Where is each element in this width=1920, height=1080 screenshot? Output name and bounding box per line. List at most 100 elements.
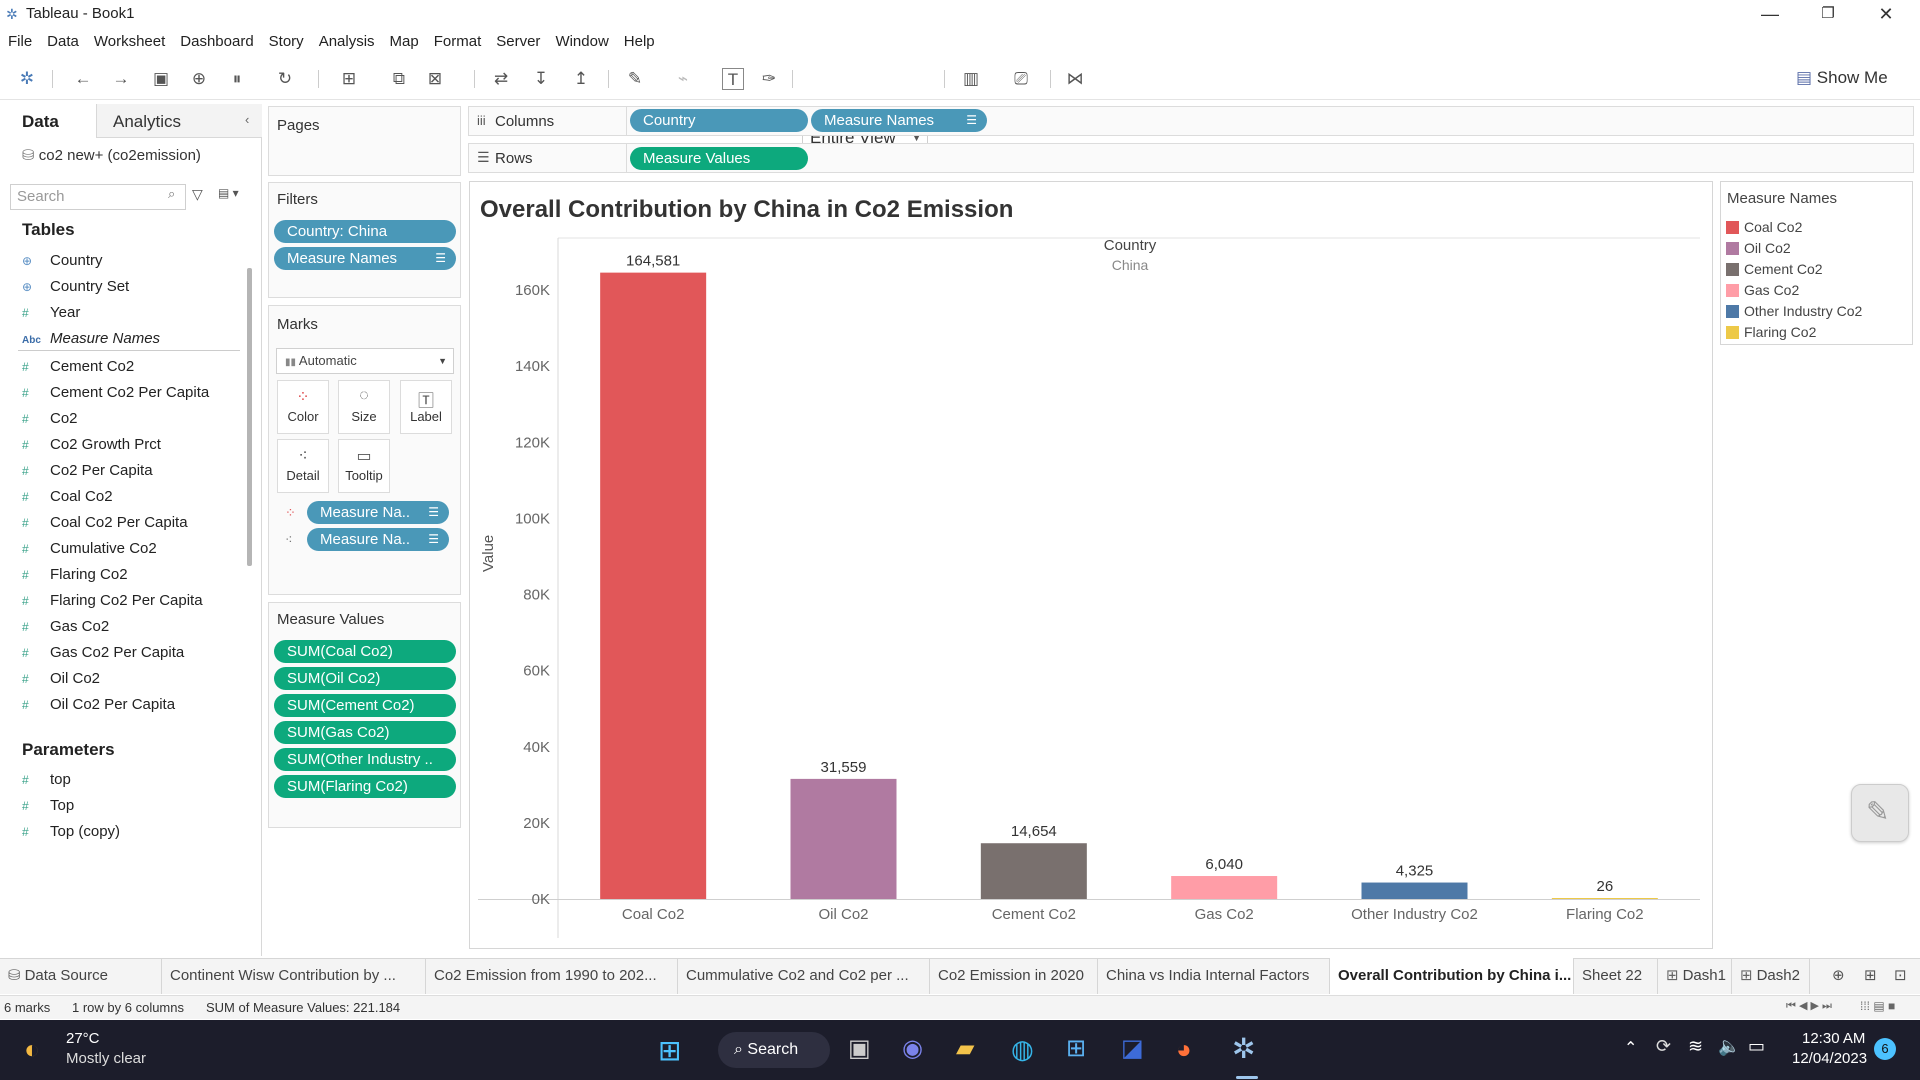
show-me-button[interactable]: ▤ Show Me: [1796, 68, 1888, 88]
bar[interactable]: [1551, 898, 1658, 899]
file-explorer-icon[interactable]: ▰: [956, 1034, 974, 1063]
field-item[interactable]: # Coal Co2 Per Capita: [22, 512, 188, 534]
sync-icon[interactable]: ⟳: [1656, 1036, 1671, 1057]
parameter-item[interactable]: # Top: [22, 795, 74, 817]
field-item[interactable]: ⊕ Country Set: [22, 276, 129, 298]
menu-server[interactable]: Server: [496, 30, 540, 54]
sheet-tab[interactable]: Overall Contribution by China i...: [1330, 958, 1574, 994]
weather-temp[interactable]: 27°C: [66, 1030, 100, 1047]
field-item[interactable]: Abc Measure Names: [22, 328, 160, 350]
datasource-item[interactable]: ⛁ co2 new+ (co2emission): [22, 146, 201, 164]
legend-item[interactable]: Coal Co2: [1726, 217, 1802, 237]
sheet-navigation-icon[interactable]: ⏮ ◀ ▶ ⏭: [1786, 999, 1832, 1013]
sheet-tab[interactable]: ⊞ Dash2: [1732, 958, 1810, 994]
columns-pill-country[interactable]: Country: [630, 109, 808, 132]
sheet-tab[interactable]: China vs India Internal Factors: [1098, 958, 1330, 994]
field-item[interactable]: # Gas Co2: [22, 616, 109, 638]
refresh-icon[interactable]: ↻: [274, 68, 296, 90]
measure-value-pill[interactable]: SUM(Cement Co2): [274, 694, 456, 717]
volume-icon[interactable]: 🔈: [1718, 1036, 1740, 1057]
notification-badge[interactable]: 6: [1874, 1038, 1896, 1060]
pages-card[interactable]: Pages: [268, 106, 461, 176]
menu-analysis[interactable]: Analysis: [319, 30, 375, 54]
tableau-taskbar-icon[interactable]: ✲: [1232, 1032, 1255, 1065]
show-mark-labels-icon[interactable]: T: [722, 68, 744, 90]
task-view-icon[interactable]: ▣: [848, 1034, 871, 1063]
filter-pill-measure-names[interactable]: Measure Names ☰: [274, 247, 456, 270]
field-item[interactable]: # Co2: [22, 408, 78, 430]
close-icon[interactable]: ✕: [1858, 0, 1914, 28]
label-button[interactable]: 🅃 Label: [400, 380, 452, 434]
sheet-tab[interactable]: ⛁ Data Source: [0, 958, 162, 994]
menu-help[interactable]: Help: [624, 30, 655, 54]
field-item[interactable]: # Coal Co2: [22, 486, 113, 508]
wifi-icon[interactable]: ≋: [1688, 1036, 1703, 1057]
field-item[interactable]: # Flaring Co2 Per Capita: [22, 590, 203, 612]
filter-icon[interactable]: ▽: [192, 186, 203, 203]
app-icon[interactable]: ◪: [1121, 1034, 1144, 1063]
undo-icon[interactable]: ←: [72, 68, 94, 90]
measure-value-pill[interactable]: SUM(Oil Co2): [274, 667, 456, 690]
new-worksheet-icon[interactable]: ⊞: [338, 68, 360, 90]
field-item[interactable]: # Gas Co2 Per Capita: [22, 642, 184, 664]
group-members-icon[interactable]: ⌁: [672, 68, 694, 90]
marks-pill-detail[interactable]: Measure Na.. ☰: [307, 528, 449, 551]
weather-text[interactable]: Mostly clear: [66, 1050, 146, 1067]
measure-value-pill[interactable]: SUM(Gas Co2): [274, 721, 456, 744]
bar[interactable]: [600, 272, 707, 899]
view-options-icon[interactable]: ▤ ▾: [218, 186, 239, 200]
tooltip-button[interactable]: ▭ Tooltip: [338, 439, 390, 493]
save-icon[interactable]: ▣: [150, 68, 172, 90]
redo-icon[interactable]: →: [110, 68, 132, 90]
field-item[interactable]: # Cumulative Co2: [22, 538, 157, 560]
sheet-tab[interactable]: Co2 Emission from 1990 to 202...: [426, 958, 678, 994]
menu-window[interactable]: Window: [555, 30, 608, 54]
rows-pill-measure-values[interactable]: Measure Values: [630, 147, 808, 170]
sheet-tab[interactable]: Co2 Emission in 2020: [930, 958, 1098, 994]
menu-worksheet[interactable]: Worksheet: [94, 30, 165, 54]
field-list-scrollbar[interactable]: [247, 268, 252, 566]
bar[interactable]: [1361, 882, 1468, 899]
search-input[interactable]: Search: [10, 184, 186, 210]
measure-value-pill[interactable]: SUM(Flaring Co2): [274, 775, 456, 798]
sort-descending-icon[interactable]: ↥: [570, 68, 592, 90]
sort-ascending-icon[interactable]: ↧: [530, 68, 552, 90]
firefox-icon[interactable]: ◕: [1176, 1034, 1192, 1065]
show-cards-icon[interactable]: ▥: [960, 68, 982, 90]
menu-data[interactable]: Data: [47, 30, 79, 54]
microsoft-store-icon[interactable]: ⊞: [1066, 1034, 1086, 1063]
presentation-mode-icon[interactable]: ⎚: [1010, 68, 1032, 90]
search-icon[interactable]: ⌕: [168, 186, 175, 202]
battery-icon[interactable]: ▭: [1748, 1036, 1765, 1057]
field-item[interactable]: # Year: [22, 302, 80, 324]
floating-assistant-button[interactable]: ✎: [1851, 784, 1909, 842]
share-icon[interactable]: ⋈: [1064, 68, 1086, 90]
new-worksheet-tab-icon[interactable]: ⊕: [1832, 966, 1845, 984]
mark-type-dropdown[interactable]: ▮▮ Automatic ▼: [276, 348, 454, 374]
tab-data[interactable]: Data: [22, 112, 59, 132]
legend-item[interactable]: Gas Co2: [1726, 280, 1799, 300]
restore-icon[interactable]: ❐: [1800, 0, 1856, 28]
collapse-pane-icon[interactable]: ‹: [245, 112, 249, 127]
bar[interactable]: [790, 778, 897, 899]
new-story-tab-icon[interactable]: ⊡: [1894, 966, 1907, 984]
sheet-tab[interactable]: Sheet 22: [1574, 958, 1658, 994]
swap-rows-columns-icon[interactable]: ⇄: [490, 68, 512, 90]
tableau-home-icon[interactable]: ✲: [16, 68, 38, 90]
columns-pill-measure-names[interactable]: Measure Names ☰: [811, 109, 987, 132]
parameter-item[interactable]: # Top (copy): [22, 821, 120, 843]
field-item[interactable]: # Oil Co2 Per Capita: [22, 694, 175, 716]
legend-item[interactable]: Flaring Co2: [1726, 322, 1816, 342]
field-item[interactable]: # Cement Co2: [22, 356, 134, 378]
measure-value-pill[interactable]: SUM(Other Industry ..: [274, 748, 456, 771]
duplicate-sheet-icon[interactable]: ⧉: [388, 68, 410, 90]
menu-story[interactable]: Story: [269, 30, 304, 54]
marks-pill-color[interactable]: Measure Na.. ☰: [307, 501, 449, 524]
menu-format[interactable]: Format: [434, 30, 482, 54]
weather-icon[interactable]: ◐: [24, 1034, 40, 1065]
new-dashboard-tab-icon[interactable]: ⊞: [1864, 966, 1877, 984]
field-item[interactable]: # Co2 Growth Prct: [22, 434, 161, 456]
color-button[interactable]: ⁘ Color: [277, 380, 329, 434]
pause-updates-icon[interactable]: ⏸: [226, 68, 248, 90]
menu-dashboard[interactable]: Dashboard: [180, 30, 253, 54]
